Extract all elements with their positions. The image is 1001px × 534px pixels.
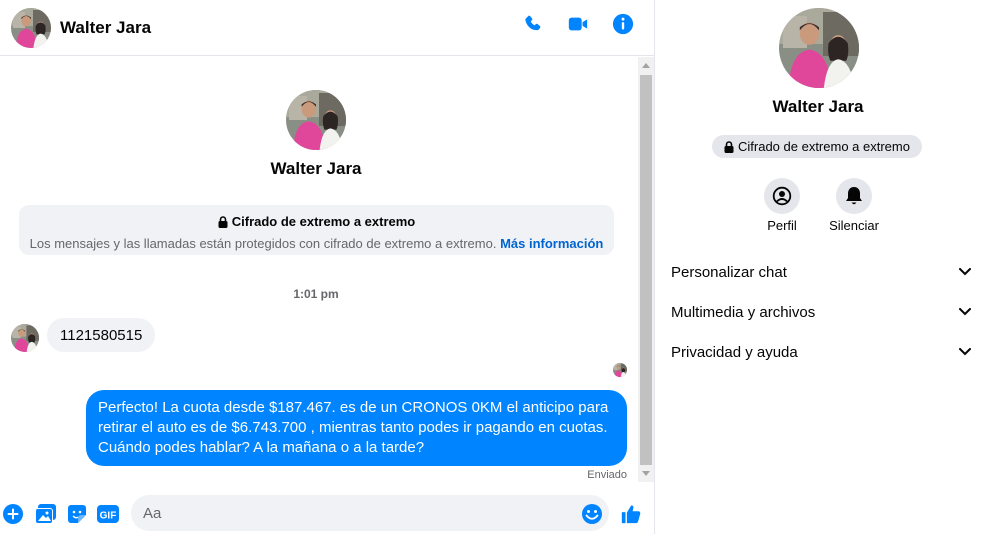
encryption-text: Los mensajes y las llamadas están proteg… xyxy=(19,236,614,251)
message-input[interactable] xyxy=(131,495,609,531)
section-media-files[interactable]: Multimedia y archivos xyxy=(671,297,971,327)
mute-button[interactable]: Silenciar xyxy=(814,178,894,233)
read-receipt-avatar xyxy=(613,363,627,377)
incoming-message[interactable]: 1121580515 xyxy=(47,318,156,352)
profile-button[interactable]: Perfil xyxy=(742,178,822,233)
lock-icon xyxy=(724,140,734,153)
chevron-down-icon xyxy=(959,268,971,276)
chevron-down-icon xyxy=(959,308,971,316)
phone-icon[interactable] xyxy=(522,13,544,35)
intro-name: Walter Jara xyxy=(270,159,362,178)
svg-text:GIF: GIF xyxy=(100,511,117,522)
plus-icon[interactable] xyxy=(2,503,24,525)
conversation-info-pane: Walter Jara Cifrado de extremo a extremo… xyxy=(655,0,1001,534)
message-status: Enviado xyxy=(587,469,627,481)
messenger-window: Walter Jara Walter Jara Cifrado de extre… xyxy=(0,0,1001,534)
encryption-title-text: Cifrado de extremo a extremo xyxy=(231,214,416,229)
message-timestamp: 1:01 pm xyxy=(293,287,339,301)
scroll-up-arrow[interactable] xyxy=(642,63,650,68)
section-label: Privacidad y ayuda xyxy=(671,343,798,361)
encryption-description: Los mensajes y las llamadas están proteg… xyxy=(29,235,497,251)
header-actions xyxy=(522,13,634,35)
encryption-badge-label: Cifrado de extremo a extremo xyxy=(738,139,910,154)
profile-icon xyxy=(772,186,792,206)
chat-pane: Walter Jara Walter Jara Cifrado de extre… xyxy=(0,0,655,534)
chevron-down-icon xyxy=(959,348,971,356)
section-customize-chat[interactable]: Personalizar chat xyxy=(671,257,971,287)
section-privacy-help[interactable]: Privacidad y ayuda xyxy=(671,337,971,367)
contact-name[interactable]: Walter Jara xyxy=(60,18,151,38)
message-scrollbar[interactable] xyxy=(638,57,654,482)
encryption-notice: Cifrado de extremo a extremo Los mensaje… xyxy=(19,205,614,255)
composer: GIF xyxy=(0,493,654,534)
profile-label: Perfil xyxy=(767,218,797,233)
section-label: Personalizar chat xyxy=(671,263,787,281)
contact-avatar[interactable] xyxy=(11,8,51,48)
bell-icon xyxy=(846,187,862,205)
info-contact-name: Walter Jara xyxy=(772,97,864,116)
lock-icon xyxy=(218,215,228,228)
more-info-link[interactable]: Más información xyxy=(500,236,603,251)
encryption-badge[interactable]: Cifrado de extremo a extremo xyxy=(712,135,922,158)
emoji-icon[interactable] xyxy=(581,503,603,525)
intro-avatar[interactable] xyxy=(286,90,346,150)
chat-header: Walter Jara xyxy=(0,0,654,56)
scroll-thumb[interactable] xyxy=(640,75,652,465)
outgoing-message[interactable]: Perfecto! La cuota desde $187.467. es de… xyxy=(86,390,627,466)
section-label: Multimedia y archivos xyxy=(671,303,816,321)
scroll-down-arrow[interactable] xyxy=(642,471,650,476)
sender-avatar[interactable] xyxy=(11,324,39,352)
encryption-title: Cifrado de extremo a extremo xyxy=(218,214,416,229)
image-icon[interactable] xyxy=(34,503,56,525)
message-list[interactable]: Walter Jara Cifrado de extremo a extremo… xyxy=(0,57,638,483)
mute-label: Silenciar xyxy=(829,218,879,233)
gif-icon[interactable]: GIF xyxy=(97,503,119,525)
info-icon[interactable] xyxy=(612,13,634,35)
info-avatar[interactable] xyxy=(779,8,859,88)
like-icon[interactable] xyxy=(620,503,642,525)
video-icon[interactable] xyxy=(567,13,589,35)
sticker-icon[interactable] xyxy=(66,503,88,525)
